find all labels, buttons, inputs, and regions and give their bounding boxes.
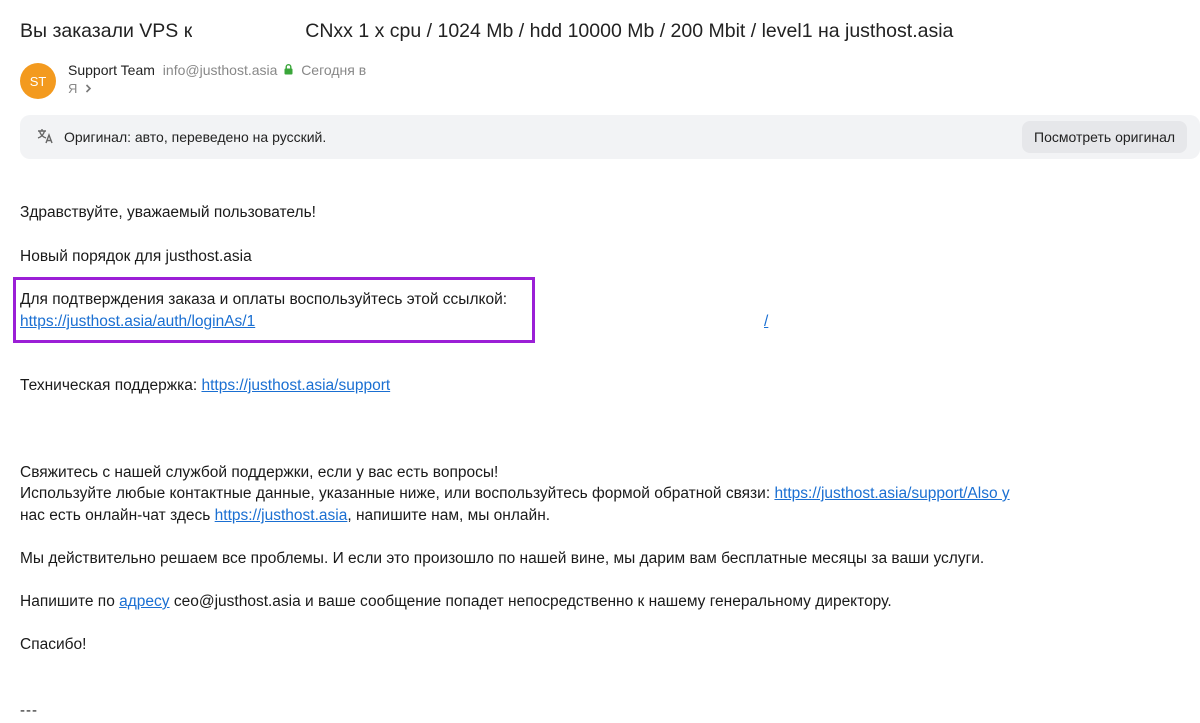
lock-icon xyxy=(284,62,293,78)
contact-line-2-text: Используйте любые контактные данные, ука… xyxy=(20,485,771,502)
translate-icon xyxy=(36,127,54,150)
contact-line-1: Свяжитесь с нашей службой поддержки, есл… xyxy=(20,464,499,481)
write-prefix: Напишите по xyxy=(20,593,115,610)
support-label: Техническая поддержка: xyxy=(20,377,198,394)
address-link[interactable]: адресу xyxy=(119,593,169,610)
recipient-line[interactable]: Я xyxy=(68,81,92,96)
greeting: Здравствуйте, уважаемый пользователь! xyxy=(20,204,316,221)
sender-name[interactable]: Support Team xyxy=(68,62,155,78)
avatar[interactable]: ST xyxy=(20,63,56,99)
feedback-link[interactable]: https://justhost.asia/support/Also у xyxy=(774,485,1009,502)
chevron-right-icon xyxy=(85,81,92,96)
highlight-box xyxy=(13,277,535,343)
write-rest: ceo@justhost.asia и ваше сообщение попад… xyxy=(173,593,892,610)
problems-line: Мы действительно решаем все проблемы. И … xyxy=(20,550,985,567)
thanks-line: Спасибо! xyxy=(20,636,87,653)
recipient-name: Я xyxy=(68,81,78,96)
signature-separator: --- xyxy=(20,702,38,719)
translation-bar: Оригинал: авто, переведено на русский. П… xyxy=(20,115,1200,159)
redacted-area xyxy=(192,20,306,43)
show-original-button[interactable]: Посмотреть оригинал xyxy=(1022,121,1188,153)
sender-line: Support Team info@justhost.asia Сегодня … xyxy=(68,62,366,80)
contact-line-2: Используйте любые контактные данные, ука… xyxy=(20,485,1010,503)
support-line: Техническая поддержка: https://justhost.… xyxy=(20,377,390,395)
translation-info: Оригинал: авто, переведено на русский. xyxy=(64,129,327,145)
contact-line-3-rest: , напишите нам, мы онлайн. xyxy=(347,507,551,524)
contact-line-3: нас есть онлайн-чат здесь https://justho… xyxy=(20,507,550,525)
sender-email[interactable]: info@justhost.asia xyxy=(163,62,278,78)
contact-line-3-text: нас есть онлайн-чат здесь xyxy=(20,507,211,524)
confirm-link-tail[interactable]: / xyxy=(764,313,768,331)
avatar-initials: ST xyxy=(29,73,47,89)
support-link[interactable]: https://justhost.asia/support xyxy=(201,377,390,394)
write-line: Напишите по адресу ceo@justhost.asia и в… xyxy=(20,593,892,611)
email-subject: Вы заказали VPS к CNxx 1 x cpu / 1024 Mb … xyxy=(20,20,953,43)
subject-start: Вы заказали VPS к xyxy=(20,20,193,42)
new-order-line: Новый порядок для justhost.asia xyxy=(20,248,252,265)
sender-date: Сегодня в xyxy=(301,62,367,78)
chat-link[interactable]: https://justhost.asia xyxy=(215,507,348,524)
subject-end: CNxx 1 x cpu / 1024 Mb / hdd 10000 Mb / … xyxy=(305,20,954,42)
